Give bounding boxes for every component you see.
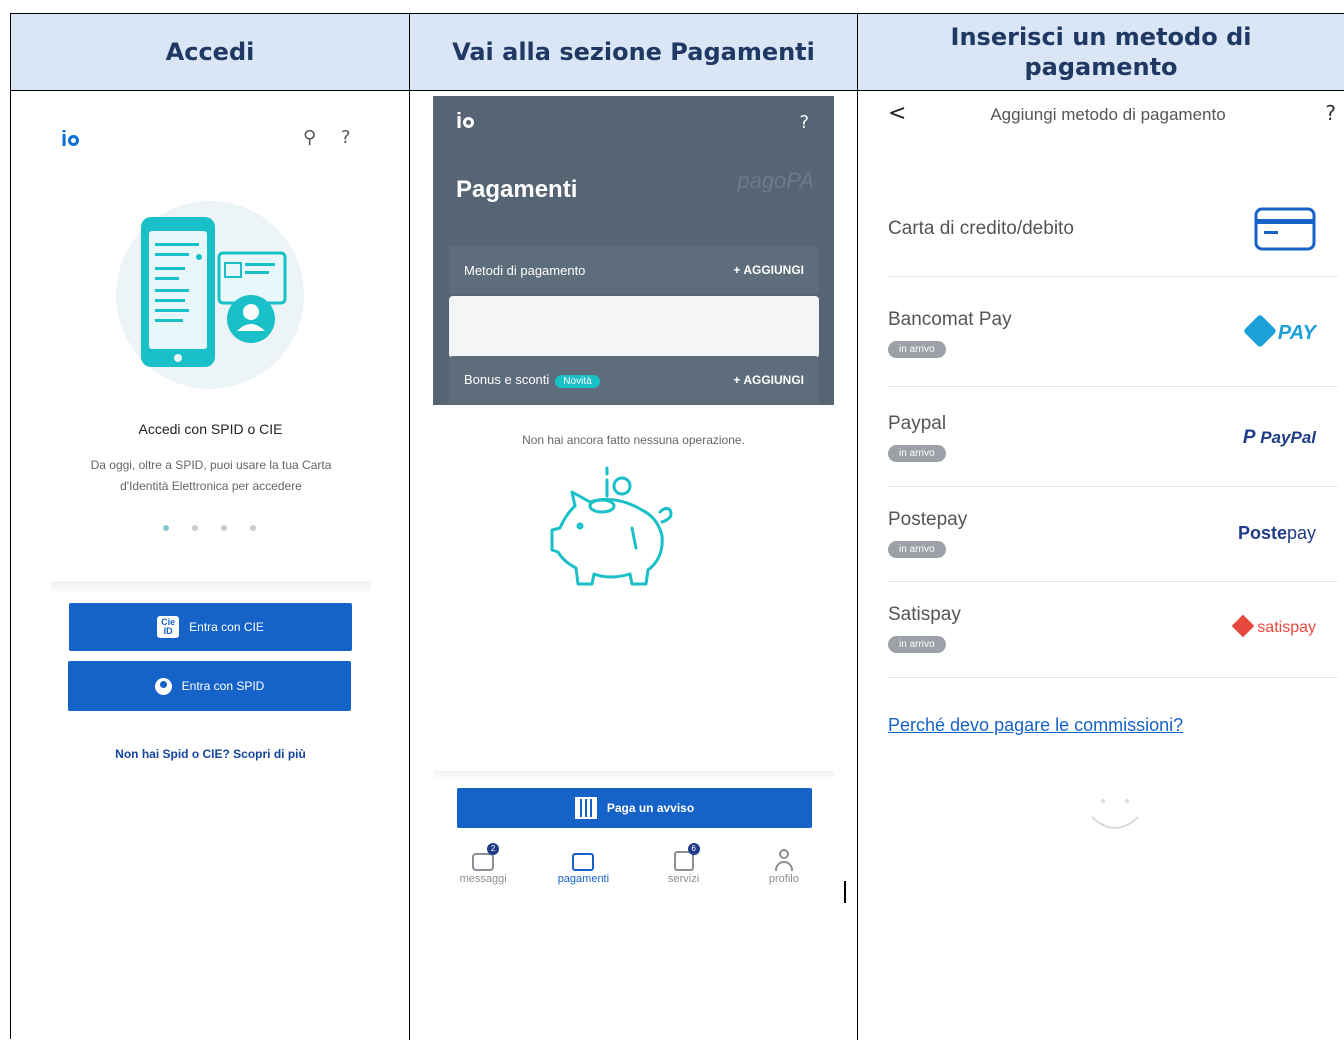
loading-smile-icon (1091, 799, 1139, 829)
pay-notice-label: Paga un avviso (606, 801, 695, 815)
cie-id-icon: Cie ID (157, 616, 180, 638)
help-icon[interactable]: ? (341, 127, 351, 148)
carousel-dot-3[interactable] (221, 525, 227, 531)
divider (51, 581, 371, 595)
instructions-table: Accedi Vai alla sezione Pagamenti Inseri… (10, 13, 1344, 1040)
header-accedi: Accedi (11, 14, 410, 91)
phone-id-card-illustration (141, 217, 287, 367)
add-payment-method-screen: < Aggiungi metodo di pagamento ? Carta d… (858, 91, 1344, 1040)
tab-servizi[interactable]: 6 servizi (644, 843, 724, 885)
user-icon (154, 677, 172, 695)
payment-methods-label: Metodi di pagamento (464, 262, 586, 278)
help-icon[interactable]: ? (1325, 101, 1336, 125)
header-pagamenti: Vai alla sezione Pagamenti (410, 14, 858, 91)
carousel-dot-2[interactable] (192, 525, 198, 531)
method-name: Postepay (888, 509, 968, 530)
coming-soon-badge: in arrivo (888, 541, 946, 558)
postepay-logo: Postepay (1237, 523, 1316, 543)
paypal-icon: P (1242, 427, 1256, 448)
coming-soon-badge: in arrivo (888, 445, 946, 462)
spid-login-label: Entra con SPID (181, 679, 265, 693)
payments-header-panel: i ? Pagamenti pagoPA Metodi di pagamento… (433, 96, 834, 405)
text-cursor (844, 881, 846, 903)
login-description: Da oggi, oltre a SPID, puoi usare la tua… (90, 458, 332, 493)
bonus-label: Bonus e sconti (464, 372, 550, 387)
spid-login-button[interactable]: Entra con SPID (68, 661, 351, 711)
method-name: Satispay (888, 604, 961, 625)
payments-screen: i ? Pagamenti pagoPA Metodi di pagamento… (410, 91, 858, 1040)
empty-state-text: Non hai ancora fatto nessuna operazione. (522, 433, 745, 447)
method-name: Carta di credito/debito (888, 218, 1074, 239)
method-name: Bancomat Pay (888, 309, 1012, 330)
message-icon (472, 853, 495, 871)
satispay-logo: satispay (1231, 614, 1316, 638)
coming-soon-badge: in arrivo (888, 636, 946, 653)
learn-more-link[interactable]: Non hai Spid o CIE? Scopri di più (11, 747, 409, 761)
screen-title: Aggiungi metodo di pagamento (990, 105, 1226, 124)
add-payment-method-button[interactable]: + AGGIUNGI (733, 263, 804, 277)
services-count-badge: 6 (687, 843, 700, 855)
bancomat-pay-logo: PAY (1242, 314, 1316, 348)
method-row-paypal[interactable]: Paypal in arrivo P PayPal (888, 387, 1338, 487)
carousel-dots[interactable] (163, 525, 256, 531)
qr-code-icon (574, 797, 597, 819)
wallet-icon (572, 853, 595, 871)
search-icon[interactable]: ⚲ (303, 127, 316, 148)
messages-count-badge: 2 (487, 843, 500, 855)
method-row-satispay[interactable]: Satispay in arrivo satispay (888, 582, 1338, 678)
method-row-bancomat-pay[interactable]: Bancomat Pay in arrivo PAY (888, 277, 1338, 387)
payments-title: Pagamenti (456, 176, 578, 203)
payment-methods-row: Metodi di pagamento + AGGIUNGI (449, 246, 819, 294)
pagopa-logo: pagoPA (737, 168, 814, 193)
bottom-tab-bar: 2 messaggi pagamenti 6 servizi profilo (433, 843, 834, 885)
carousel-dot-1[interactable] (163, 525, 169, 531)
credit-card-icon (1254, 207, 1316, 251)
profile-icon (774, 849, 793, 871)
piggy-bank-icon (550, 466, 673, 586)
carousel-dot-4[interactable] (250, 525, 256, 531)
tab-pagamenti[interactable]: pagamenti (543, 843, 623, 885)
payment-method-card-placeholder (449, 296, 819, 358)
new-badge: Novità (555, 375, 600, 388)
commission-faq-link[interactable]: Perché devo pagare le commissioni? (888, 715, 1183, 736)
add-bonus-button[interactable]: + AGGIUNGI (733, 373, 804, 387)
io-logo-white: i (456, 108, 475, 134)
help-icon[interactable]: ? (799, 112, 809, 133)
method-row-card[interactable]: Carta di credito/debito (888, 181, 1338, 277)
bonus-row: Bonus e sconti Novità + AGGIUNGI (449, 356, 819, 404)
bancomat-pay-icon (1242, 314, 1277, 348)
tab-profilo[interactable]: profilo (744, 843, 824, 885)
cie-login-label: Entra con CIE (189, 620, 264, 634)
divider (433, 771, 834, 779)
paypal-logo: P PayPal (1242, 427, 1316, 448)
coming-soon-badge: in arrivo (888, 341, 946, 358)
login-title: Accedi con SPID o CIE (138, 421, 283, 437)
satispay-icon (1231, 614, 1255, 638)
io-logo: i (61, 126, 80, 152)
login-screen: i ⚲ ? Accedi con SPID o CIE Da oggi, olt… (11, 91, 410, 1040)
header-inserisci-metodo: Inserisci un metodo di pagamento (858, 14, 1344, 91)
pay-notice-button[interactable]: Paga un avviso (457, 788, 812, 828)
tab-messaggi[interactable]: 2 messaggi (443, 843, 523, 885)
cie-login-button[interactable]: Cie ID Entra con CIE (69, 603, 352, 651)
method-name: Paypal (888, 413, 947, 434)
method-row-postepay[interactable]: Postepay in arrivo Postepay (888, 487, 1338, 582)
